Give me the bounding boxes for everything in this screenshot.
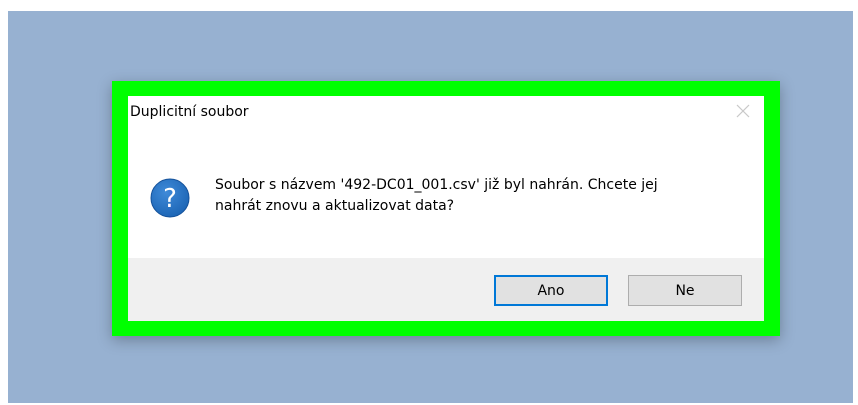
- desktop-background: Duplicitní soubor ? Soubor s názvem '492…: [8, 11, 853, 403]
- svg-text:?: ?: [163, 184, 177, 214]
- highlight-frame: Duplicitní soubor ? Soubor s názvem '492…: [112, 81, 780, 336]
- question-icon: ?: [150, 178, 190, 218]
- dialog-button-bar: Ano Ne: [128, 258, 764, 321]
- dialog-title: Duplicitní soubor: [130, 104, 249, 120]
- message-dialog: Duplicitní soubor ? Soubor s názvem '492…: [128, 96, 764, 321]
- close-icon: [736, 104, 750, 118]
- close-button[interactable]: [728, 98, 758, 124]
- dialog-message: Soubor s názvem '492-DC01_001.csv' již b…: [215, 177, 658, 214]
- yes-button[interactable]: Ano: [494, 275, 608, 306]
- no-button[interactable]: Ne: [628, 275, 742, 306]
